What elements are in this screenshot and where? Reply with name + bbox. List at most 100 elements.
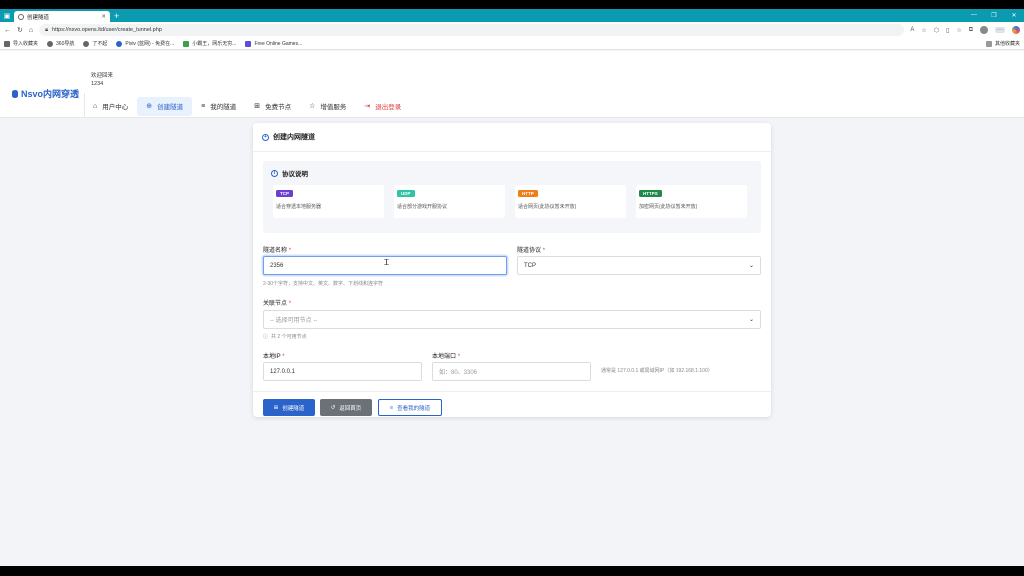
- other-bookmarks[interactable]: 其他收藏夹: [985, 40, 1020, 47]
- node-hint: ⓘ 共 2 个可用节点: [263, 334, 307, 340]
- protocol-card-tcp: TCP 适合穿透本地服务器: [273, 185, 384, 218]
- chevron-down-icon: ⌄: [748, 317, 754, 323]
- local-ip-label: 本地IP *: [263, 354, 285, 360]
- local-ip-input[interactable]: 127.0.0.1: [263, 362, 422, 381]
- main-nav: ⌂ 用户中心 ⊕ 创建隧道 ≡ 我的隧道 ⊞ 免费节点 ☆ 增值服务 ⇥ 退出登录: [84, 96, 410, 116]
- bookmark-site-icon: [83, 40, 90, 47]
- browser-tab[interactable]: 创建隧道 ✕: [14, 11, 110, 22]
- split-screen-icon[interactable]: ▯: [946, 27, 949, 34]
- plus-circle-icon: +: [262, 133, 269, 141]
- tunnel-name-label: 隧道名称 *: [263, 248, 292, 254]
- protocol-section-title: i 协议说明: [271, 168, 308, 178]
- local-port-input[interactable]: 如：80、3306: [432, 362, 591, 381]
- plus-circle-icon: ⊕: [146, 103, 153, 110]
- view-my-tunnels-button[interactable]: ≡ 查看我的隧道: [378, 399, 442, 416]
- card-divider: [253, 151, 771, 152]
- nav-my-tunnels[interactable]: ≡ 我的隧道: [192, 97, 245, 116]
- undo-icon: ↺: [330, 404, 336, 411]
- profile-avatar[interactable]: [980, 26, 988, 34]
- info-icon: ⓘ: [263, 334, 269, 340]
- info-icon: i: [271, 169, 278, 177]
- protocol-card-http: HTTP 适合网页(此协议暂未开放): [515, 185, 626, 218]
- bookmarks-bar: 导入收藏夹 360导航 了不起 Pixiv (蓝网) - 免费在... 小霸王，…: [0, 38, 1024, 50]
- list-icon: ≡: [389, 404, 394, 411]
- game-icon: [183, 40, 190, 47]
- welcome-label: 欢迎回来: [91, 73, 114, 79]
- extensions-icon[interactable]: ⬡: [934, 27, 939, 34]
- nav-create-tunnel[interactable]: ⊕ 创建隧道: [137, 96, 193, 116]
- card-divider: [253, 391, 771, 392]
- more-menu-icon[interactable]: ···: [995, 27, 1005, 33]
- protocol-badge: UDP: [397, 190, 415, 197]
- protocol-cards: TCP 适合穿透本地服务器 UDP 适合部分游戏开服协议 HTTP 适合网页(此…: [273, 185, 747, 218]
- favorites-icon[interactable]: ☆: [956, 27, 961, 34]
- favorite-star-icon[interactable]: ☆: [921, 27, 926, 34]
- import-icon: [4, 40, 10, 47]
- protocol-card-https: HTTPS 加密网页(此协议暂未开放): [636, 185, 747, 218]
- url-field[interactable]: 🔒︎ https://nsvo.opens.ltd/user/create_tu…: [39, 24, 905, 36]
- bookmark-item[interactable]: 导入收藏夹: [4, 40, 38, 47]
- browser-window: ▣ 创建隧道 ✕ + — ❐ ✕ ← ↻ ⌂ 🔒︎ https://nsvo.o…: [0, 9, 1024, 566]
- plus-square-icon: ⊞: [273, 404, 279, 411]
- node-select[interactable]: -- 选择可用节点 -- ⌄: [263, 310, 761, 329]
- pixiv-icon: [116, 40, 123, 47]
- local-port-label: 本地端口 *: [432, 354, 461, 360]
- list-icon: ≡: [201, 102, 206, 110]
- text-cursor-icon: Ꮖ: [384, 258, 390, 267]
- bottom-letterbox: [0, 566, 1024, 576]
- bookmark-item[interactable]: Pixiv (蓝网) - 免费在...: [116, 40, 174, 47]
- protocol-badge: HTTP: [518, 190, 538, 197]
- window-controls: — ❐ ✕: [964, 12, 1024, 19]
- nav-user-center[interactable]: ⌂ 用户中心: [84, 97, 137, 116]
- nav-vip-services[interactable]: ☆ 增值服务: [300, 97, 355, 116]
- back-icon[interactable]: ←: [4, 27, 11, 34]
- new-tab-button[interactable]: +: [114, 11, 119, 21]
- card-title: + 创建内网隧道: [262, 132, 315, 142]
- browser-tab-bar: ▣ 创建隧道 ✕ + — ❐ ✕: [0, 9, 1024, 22]
- bookmark-item[interactable]: Free Online Games...: [245, 40, 302, 47]
- brand-name: Nsvo内网穿透: [21, 89, 80, 99]
- protocol-desc: 适合网页(此协议暂未开放): [518, 204, 577, 210]
- bookmark-item[interactable]: 了不起: [83, 40, 107, 47]
- back-home-button[interactable]: ↺ 返回首页: [320, 399, 372, 416]
- home-icon: ⌂: [93, 102, 98, 110]
- minimize-button[interactable]: —: [964, 12, 984, 19]
- address-bar: ← ↻ ⌂ 🔒︎ https://nsvo.opens.ltd/user/cre…: [0, 22, 1024, 38]
- protocol-desc: 适合穿透本地服务器: [276, 204, 322, 210]
- gift-icon: ⊞: [254, 103, 261, 110]
- tunnel-name-hint: 2-30个字符，支持中文、英文、数字、下划线和连字符: [263, 281, 384, 287]
- bookmark-item[interactable]: 小霸王，网乐无穷...: [183, 40, 236, 47]
- tunnel-protocol-label: 隧道协议 *: [517, 248, 546, 254]
- logout-icon: ⇥: [364, 103, 371, 110]
- tunnel-protocol-select[interactable]: TCP ⌄: [517, 256, 761, 275]
- bookmark-item[interactable]: 360导航: [47, 40, 74, 47]
- lock-icon: 🔒︎: [45, 26, 49, 33]
- nav-logout[interactable]: ⇥ 退出登录: [355, 97, 410, 116]
- copilot-icon[interactable]: [1012, 26, 1020, 34]
- protocol-badge: TCP: [276, 190, 293, 197]
- username: 1234: [91, 81, 104, 87]
- protocol-badge: HTTPS: [639, 190, 662, 197]
- protocol-info-box: i 协议说明 TCP 适合穿透本地服务器 UDP 适合部分游戏开服协议 HTTP…: [263, 161, 761, 233]
- brand-logo[interactable]: Nsvo内网穿透: [12, 87, 79, 100]
- home-icon[interactable]: ⌂: [29, 27, 33, 34]
- protocol-card-udp: UDP 适合部分游戏开服协议: [394, 185, 505, 218]
- refresh-icon[interactable]: ↻: [17, 26, 23, 34]
- tab-title: 创建隧道: [27, 14, 50, 21]
- site-header: 欢迎回来 1234 Nsvo内网穿透 ⌂ 用户中心 ⊕ 创建隧道 ≡ 我的隧道 ⊞ 免费…: [0, 51, 1024, 118]
- protocol-desc: 加密网页(此协议暂未开放): [639, 204, 698, 210]
- database-icon: [12, 89, 18, 98]
- protocol-desc: 适合部分游戏开服协议: [397, 204, 448, 210]
- folder-icon: [985, 40, 992, 47]
- collections-icon[interactable]: ⧉: [969, 27, 973, 34]
- restore-button[interactable]: ❐: [984, 12, 1004, 19]
- 360-icon: [47, 40, 54, 47]
- close-window-button[interactable]: ✕: [1004, 12, 1024, 19]
- nav-free-nodes[interactable]: ⊞ 免费节点: [245, 97, 300, 116]
- close-tab-icon[interactable]: ✕: [101, 14, 106, 20]
- chevron-down-icon: ⌄: [748, 263, 754, 269]
- tab-actions-icon[interactable]: ▣: [0, 9, 14, 22]
- star-icon: ☆: [309, 103, 316, 110]
- read-aloud-icon[interactable]: A: [910, 27, 914, 33]
- create-tunnel-button[interactable]: ⊞ 创建隧道: [263, 399, 315, 416]
